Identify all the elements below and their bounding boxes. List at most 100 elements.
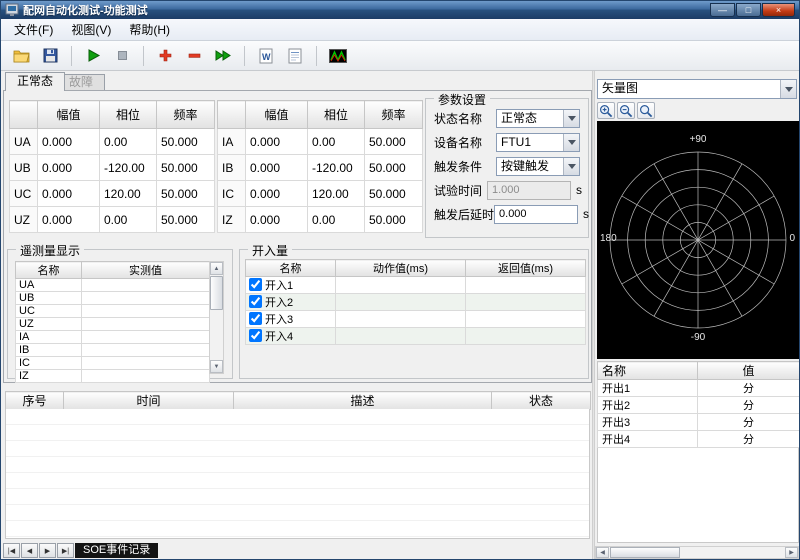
toolbar-separator [316,46,317,66]
grid-cell[interactable]: 0.000 [38,207,100,233]
grid-cell[interactable]: 0.000 [38,155,100,181]
grid-cell[interactable]: 50.000 [365,181,423,207]
toolbar-separator [143,46,144,66]
tab-normal-state[interactable]: 正常态 [5,72,65,91]
stop-test-button[interactable] [110,44,134,68]
last-page-button[interactable]: ▶| [57,543,74,558]
grid-cell[interactable]: 50.000 [157,181,215,207]
grid-cell[interactable]: 0.000 [38,129,100,155]
first-page-button[interactable]: |◀ [3,543,20,558]
next-page-button[interactable]: ▶ [39,543,56,558]
grid-cell[interactable]: 50.000 [365,207,423,233]
scroll-left-arrow[interactable]: ◀ [596,547,609,558]
row-header: UZ [10,207,38,233]
minimize-button[interactable]: — [710,3,735,17]
grid-cell[interactable]: 120.00 [308,181,365,207]
empty-row [6,473,589,489]
stop-icon [115,48,130,63]
empty-row [6,409,589,425]
grid-cell[interactable]: 0.00 [308,207,365,233]
save-file-button[interactable] [38,44,62,68]
chevron-down-icon[interactable] [780,80,796,98]
grid-cell[interactable]: 0.000 [246,207,308,233]
grid-cell[interactable]: 50.000 [365,155,423,181]
scroll-up-arrow[interactable]: ▲ [210,262,223,275]
digital-input-checkbox[interactable] [249,295,262,308]
chevron-down-icon[interactable] [563,110,579,127]
digital-input-checkbox[interactable] [249,278,262,291]
test-duration-field[interactable] [487,181,571,200]
chevron-down-icon[interactable] [563,134,579,151]
grid-cell[interactable]: 50.000 [157,155,215,181]
grid-cell[interactable]: 0.000 [246,155,308,181]
open-file-button[interactable] [9,44,33,68]
grid-cell[interactable]: 0.000 [38,181,100,207]
grid-cell[interactable]: 0.00 [100,207,157,233]
grid-cell[interactable]: 50.000 [157,129,215,155]
digital-input-name: 开入2 [265,297,293,309]
menu-file[interactable]: 文件(F) [5,19,62,40]
column-header: 幅值 [38,101,100,129]
trigger-condition-value: 按键触发 [501,159,549,173]
report-document-icon [288,48,302,64]
start-test-button[interactable] [81,44,105,68]
scrollbar-thumb[interactable] [210,276,223,310]
scrollbar-thumb[interactable] [610,547,680,558]
zoom-reset-button[interactable] [637,102,655,119]
output-name: 开出4 [598,431,698,448]
telemetry-name: UB [16,292,82,305]
telemetry-value [82,357,210,370]
trigger-condition-combobox[interactable]: 按键触发 [496,157,580,176]
view-selector-combobox[interactable]: 矢量图 [597,79,797,99]
table-row: UC [16,305,210,318]
run-sequence-button[interactable] [211,44,235,68]
menu-view[interactable]: 视图(V) [62,19,120,40]
empty-row [6,425,589,441]
export-word-report-button[interactable]: W [254,44,278,68]
maximize-button[interactable]: □ [736,3,761,17]
table-row: IC 0.000 120.00 50.000 [218,181,423,207]
table-row: UB 0.000 -120.00 50.000 [10,155,215,181]
right-panel-hscrollbar[interactable]: ◀ ▶ [595,546,799,559]
action-value-cell [336,277,466,294]
grid-cell[interactable]: 50.000 [365,129,423,155]
scroll-down-arrow[interactable]: ▼ [210,360,223,373]
zoom-in-button[interactable] [597,102,615,119]
trigger-delay-field[interactable] [494,205,578,224]
grid-cell[interactable]: 50.000 [157,207,215,233]
minus-icon [187,48,202,63]
telemetry-scrollbar[interactable]: ▲ ▼ [209,261,224,374]
empty-row [6,505,589,521]
waveform-view-button[interactable] [326,44,350,68]
trigger-delay-unit: s [583,207,589,221]
grid-cell[interactable]: -120.00 [308,155,365,181]
grid-cell[interactable]: 0.000 [246,181,308,207]
corner-cell [218,101,246,129]
digital-input-checkbox[interactable] [249,312,262,325]
tab-soe-event-record[interactable]: SOE事件记录 [75,543,158,558]
remove-state-button[interactable] [182,44,206,68]
menu-help[interactable]: 帮助(H) [120,19,179,40]
grid-cell[interactable]: 0.000 [246,129,308,155]
prev-page-button[interactable]: ◀ [21,543,38,558]
grid-cell[interactable]: -120.00 [100,155,157,181]
report-preview-button[interactable] [283,44,307,68]
param-settings-title: 参数设置 [434,91,490,108]
grid-cell[interactable]: 0.00 [100,129,157,155]
grid-cell[interactable]: 120.00 [100,181,157,207]
panel-splitter[interactable] [592,71,595,559]
device-name-combobox[interactable]: FTU1 [496,133,580,152]
state-name-value: 正常态 [501,111,537,125]
output-table: 名称 值 开出1分 开出2分 开出3分 开出4分 [597,361,800,448]
scroll-right-arrow[interactable]: ▶ [785,547,798,558]
state-name-combobox[interactable]: 正常态 [496,109,580,128]
grid-cell[interactable]: 0.00 [308,129,365,155]
digital-input-checkbox[interactable] [249,329,262,342]
add-state-button[interactable] [153,44,177,68]
column-header: 实测值 [82,262,210,279]
chevron-down-icon[interactable] [563,158,579,175]
corner-cell [10,101,38,129]
close-button[interactable]: × [762,3,795,17]
zoom-out-button[interactable] [617,102,635,119]
telemetry-value [82,331,210,344]
